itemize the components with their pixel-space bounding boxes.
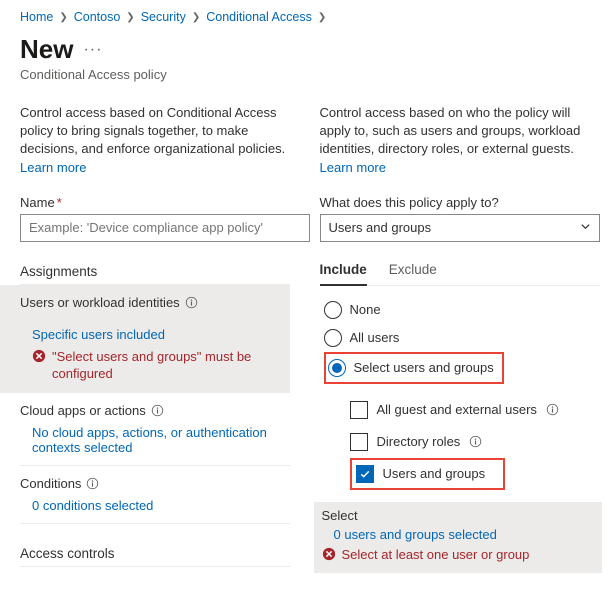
chevron-right-icon: ❯ (59, 12, 67, 23)
checkbox-guest-users[interactable]: All guest and external users (350, 394, 590, 426)
checkbox-directory-roles[interactable]: Directory roles (350, 426, 590, 458)
conditions-item[interactable]: Conditions 0 conditions selected (20, 466, 290, 524)
apply-to-select[interactable]: Users and groups (320, 214, 600, 242)
radio-none[interactable]: None (324, 296, 590, 324)
conditions-summary[interactable]: 0 conditions selected (20, 498, 153, 513)
right-description: Control access based on who the policy w… (320, 104, 590, 158)
cloud-apps-label: Cloud apps or actions (20, 403, 146, 418)
radio-icon (324, 329, 342, 347)
checkbox-users-and-groups[interactable]: Users and groups (356, 463, 486, 485)
cloud-apps-item[interactable]: Cloud apps or actions No cloud apps, act… (20, 393, 290, 466)
include-exclude-tabs: Include Exclude (320, 256, 600, 286)
checkbox-users-and-groups-label: Users and groups (383, 466, 486, 481)
apply-to-value: Users and groups (329, 220, 432, 235)
right-column: Control access based on who the policy w… (320, 104, 590, 573)
breadcrumb-contoso[interactable]: Contoso (74, 10, 121, 24)
breadcrumb-conditional-access[interactable]: Conditional Access (206, 10, 312, 24)
radio-all-users[interactable]: All users (324, 324, 590, 352)
error-icon (32, 349, 46, 363)
radio-select-users-groups[interactable]: Select users and groups (328, 357, 494, 379)
highlight-box: Users and groups (350, 458, 506, 490)
chevron-down-icon (580, 220, 591, 235)
chevron-right-icon: ❯ (126, 12, 134, 23)
radio-icon (324, 301, 342, 319)
select-block: Select 0 users and groups selected Selec… (314, 502, 602, 574)
more-actions-button[interactable]: ··· (83, 41, 102, 59)
users-identities-error: "Select users and groups" must be config… (52, 348, 282, 383)
info-icon[interactable] (86, 477, 99, 490)
radio-none-label: None (350, 302, 381, 317)
learn-more-link-right[interactable]: Learn more (320, 160, 386, 175)
select-block-error: Select at least one user or group (342, 546, 530, 564)
info-icon[interactable] (151, 404, 164, 417)
tab-exclude[interactable]: Exclude (389, 256, 437, 285)
left-description: Control access based on Conditional Acce… (20, 104, 290, 158)
users-identities-item[interactable]: Users or workload identities (0, 285, 290, 323)
name-input[interactable] (20, 214, 310, 242)
select-users-subgroup: All guest and external users Directory r… (320, 394, 590, 490)
breadcrumb-home[interactable]: Home (20, 10, 53, 24)
learn-more-link[interactable]: Learn more (20, 160, 86, 175)
include-radio-group: None All users Select users and groups (320, 296, 590, 384)
assignments-heading: Assignments (20, 264, 290, 285)
tab-include[interactable]: Include (320, 256, 367, 285)
checkbox-guest-users-label: All guest and external users (377, 402, 537, 417)
error-icon (322, 547, 336, 561)
info-icon[interactable] (469, 435, 482, 448)
left-column: Control access based on Conditional Acce… (20, 104, 290, 573)
checkbox-icon (350, 433, 368, 451)
name-label: Name* (20, 195, 290, 210)
page-subtitle: Conditional Access policy (20, 67, 589, 82)
select-block-summary[interactable]: 0 users and groups selected (322, 527, 497, 542)
conditions-label: Conditions (20, 476, 81, 491)
checkbox-icon (350, 401, 368, 419)
select-block-title: Select (322, 508, 598, 523)
checkbox-checked-icon (356, 465, 374, 483)
page-title: New (20, 34, 73, 65)
info-icon[interactable] (546, 403, 559, 416)
radio-icon (328, 359, 346, 377)
checkbox-directory-roles-label: Directory roles (377, 434, 461, 449)
radio-select-users-groups-label: Select users and groups (354, 360, 494, 375)
breadcrumb: Home ❯ Contoso ❯ Security ❯ Conditional … (20, 10, 589, 24)
required-indicator: * (57, 195, 62, 210)
chevron-right-icon: ❯ (192, 12, 200, 23)
breadcrumb-security[interactable]: Security (141, 10, 186, 24)
highlight-box: Select users and groups (324, 352, 504, 384)
access-controls-heading: Access controls (20, 546, 290, 567)
users-identities-label: Users or workload identities (20, 295, 180, 310)
cloud-apps-summary[interactable]: No cloud apps, actions, or authenticatio… (20, 425, 290, 455)
apply-to-label: What does this policy apply to? (320, 195, 590, 210)
radio-all-users-label: All users (350, 330, 400, 345)
info-icon[interactable] (185, 296, 198, 309)
users-identities-summary[interactable]: Specific users included (20, 327, 165, 342)
chevron-right-icon: ❯ (318, 12, 326, 23)
